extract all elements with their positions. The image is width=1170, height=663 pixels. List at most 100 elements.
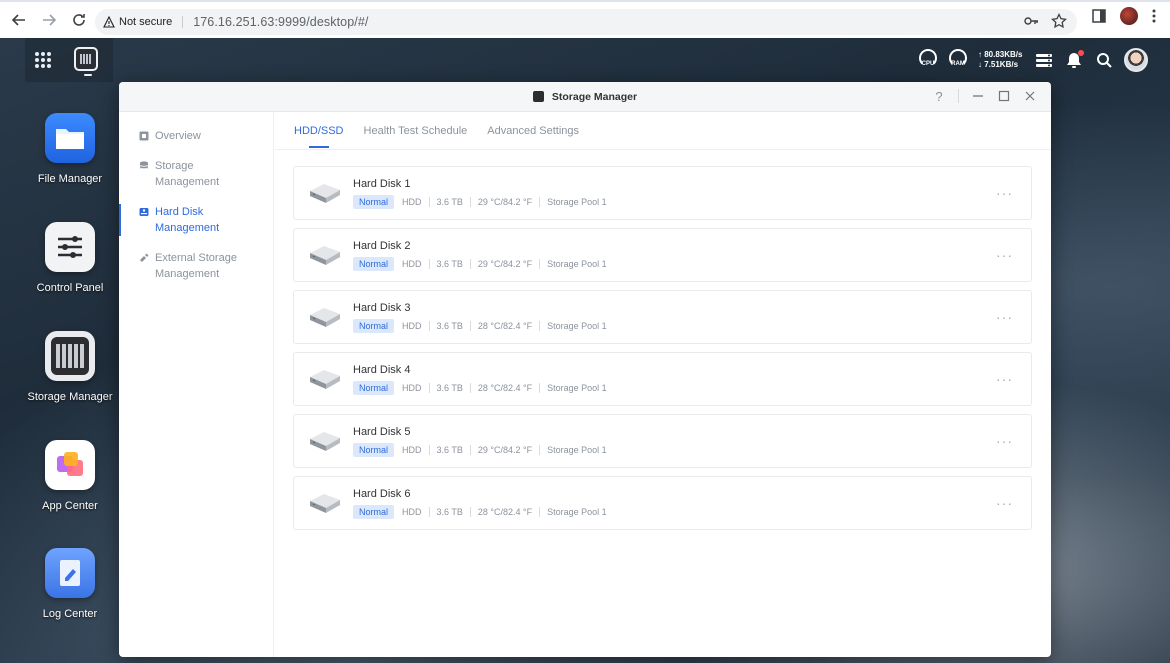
profile-avatar[interactable] bbox=[1120, 7, 1138, 25]
disk-name: Hard Disk 5 bbox=[353, 425, 411, 438]
desktop-icon-control-panel[interactable]: Control Panel bbox=[20, 222, 120, 294]
disk-meta: Normal HDD 3.6 TB 29 °C/84.2 °F Storage … bbox=[353, 256, 614, 271]
reload-icon bbox=[73, 14, 85, 26]
network-speed[interactable]: ↑ 80.83KB/s ↓ 7.51KB/s bbox=[978, 50, 1024, 70]
storage-manager-window: Storage Manager ? Overview Storage Manag… bbox=[119, 82, 1051, 657]
more-options-icon[interactable]: ··· bbox=[996, 185, 1013, 201]
app-center-icon bbox=[45, 440, 95, 490]
disk-name: Hard Disk 2 bbox=[353, 239, 411, 252]
hard-drive-icon bbox=[310, 370, 340, 389]
overview-icon bbox=[139, 131, 149, 141]
reload-button[interactable] bbox=[64, 5, 94, 35]
star-icon[interactable] bbox=[1051, 13, 1067, 29]
folder-icon bbox=[45, 113, 95, 163]
sidebar: Overview Storage Management Hard Disk Ma… bbox=[119, 112, 274, 657]
sidebar-item-label: Storage Management bbox=[155, 160, 220, 188]
upload-speed: ↑ 80.83KB/s bbox=[978, 50, 1023, 59]
disk-card[interactable]: Hard Disk 4 Normal HDD 3.6 TB 28 °C/82.4… bbox=[293, 352, 1032, 406]
help-button[interactable]: ? bbox=[932, 88, 946, 104]
disk-capacity: 3.6 TB bbox=[428, 196, 470, 207]
main-content: HDD/SSD Health Test Schedule Advanced Se… bbox=[275, 112, 1051, 657]
window-titlebar[interactable]: Storage Manager ? bbox=[119, 82, 1051, 112]
key-icon[interactable] bbox=[1023, 13, 1039, 29]
sidebar-item-storage-management[interactable]: Storage Management bbox=[119, 158, 273, 190]
sidebar-item-external-storage-management[interactable]: External Storage Management bbox=[119, 250, 273, 282]
disk-capacity: 3.6 TB bbox=[428, 506, 470, 517]
disk-pool: Storage Pool 1 bbox=[539, 320, 614, 331]
tab-hdd-ssd[interactable]: HDD/SSD bbox=[294, 112, 344, 150]
hard-drive-icon bbox=[310, 432, 340, 451]
disk-name: Hard Disk 6 bbox=[353, 487, 411, 500]
desktop-icon-label: File Manager bbox=[37, 173, 103, 185]
hard-drive-icon bbox=[310, 494, 340, 513]
sidebar-item-overview[interactable]: Overview bbox=[119, 128, 273, 144]
status-badge: Normal bbox=[353, 442, 395, 457]
security-label: Not secure bbox=[119, 16, 173, 28]
browser-toolbar: Not secure 176.16.251.63:9999/desktop/#/ bbox=[0, 0, 1170, 38]
desktop-icon-app-center[interactable]: App Center bbox=[20, 440, 120, 512]
disk-meta: Normal HDD 3.6 TB 28 °C/82.4 °F Storage … bbox=[353, 504, 614, 519]
minimize-icon bbox=[973, 95, 983, 97]
address-bar[interactable]: Not secure 176.16.251.63:9999/desktop/#/ bbox=[95, 9, 1077, 35]
app-launcher-icon[interactable] bbox=[35, 52, 51, 68]
desktop-icon-log-center[interactable]: Log Center bbox=[20, 548, 120, 620]
disk-capacity: 3.6 TB bbox=[428, 258, 470, 269]
disk-temperature: 29 °C/84.2 °F bbox=[469, 258, 539, 269]
desktop-icon-file-manager[interactable]: File Manager bbox=[20, 113, 120, 185]
forward-button[interactable] bbox=[34, 5, 64, 35]
disk-meta: Normal HDD 3.6 TB 28 °C/82.4 °F Storage … bbox=[353, 380, 614, 395]
sidebar-item-label: Hard Disk Management bbox=[155, 206, 220, 234]
disk-type: HDD bbox=[402, 196, 422, 207]
disk-card[interactable]: Hard Disk 1 Normal HDD 3.6 TB 29 °C/84.2… bbox=[293, 166, 1032, 220]
disk-temperature: 28 °C/82.4 °F bbox=[469, 320, 539, 331]
database-icon bbox=[139, 161, 149, 170]
more-options-icon[interactable]: ··· bbox=[996, 247, 1013, 263]
close-button[interactable] bbox=[1023, 88, 1037, 104]
minimize-button[interactable] bbox=[971, 88, 985, 104]
desktop-icon-storage-manager[interactable]: Storage Manager bbox=[20, 331, 120, 403]
more-options-icon[interactable]: ··· bbox=[996, 495, 1013, 511]
usb-drive-icon bbox=[140, 253, 149, 262]
ram-gauge-icon[interactable]: RAM bbox=[948, 49, 968, 71]
tab-advanced-settings[interactable]: Advanced Settings bbox=[487, 112, 579, 150]
disk-card[interactable]: Hard Disk 2 Normal HDD 3.6 TB 29 °C/84.2… bbox=[293, 228, 1032, 282]
log-book-icon bbox=[45, 548, 95, 598]
search-icon[interactable] bbox=[1094, 50, 1114, 70]
desktop-icon-label: Control Panel bbox=[36, 282, 104, 294]
sidebar-item-hard-disk-management[interactable]: Hard Disk Management bbox=[119, 204, 273, 236]
url-text: 176.16.251.63:9999/desktop/#/ bbox=[193, 15, 369, 29]
disk-card[interactable]: Hard Disk 5 Normal HDD 3.6 TB 29 °C/84.2… bbox=[293, 414, 1032, 468]
disk-type: HDD bbox=[402, 258, 422, 269]
disk-card[interactable]: Hard Disk 6 Normal HDD 3.6 TB 28 °C/82.4… bbox=[293, 476, 1032, 530]
tab-bar: HDD/SSD Health Test Schedule Advanced Se… bbox=[275, 112, 1051, 150]
taskbar-storage-manager-icon[interactable] bbox=[74, 47, 98, 76]
tab-health-test-schedule[interactable]: Health Test Schedule bbox=[364, 112, 468, 150]
disk-meta: Normal HDD 3.6 TB 28 °C/82.4 °F Storage … bbox=[353, 318, 614, 333]
arrow-left-icon bbox=[11, 14, 25, 26]
disk-card[interactable]: Hard Disk 3 Normal HDD 3.6 TB 28 °C/82.4… bbox=[293, 290, 1032, 344]
bell-icon[interactable] bbox=[1064, 50, 1084, 70]
sidebar-item-label: Overview bbox=[155, 130, 201, 142]
disk-pool: Storage Pool 1 bbox=[539, 258, 614, 269]
sidebar-item-label: External Storage Management bbox=[155, 252, 237, 280]
side-panel-icon[interactable] bbox=[1092, 9, 1106, 23]
disk-capacity: 3.6 TB bbox=[428, 320, 470, 331]
divider bbox=[958, 89, 959, 103]
maximize-button[interactable] bbox=[997, 88, 1011, 104]
more-options-icon[interactable]: ··· bbox=[996, 371, 1013, 387]
more-options-icon[interactable]: ··· bbox=[996, 309, 1013, 325]
disk-temperature: 29 °C/84.2 °F bbox=[469, 444, 539, 455]
back-button[interactable] bbox=[4, 5, 34, 35]
user-avatar[interactable] bbox=[1124, 48, 1148, 72]
more-options-icon[interactable]: ··· bbox=[996, 433, 1013, 449]
status-badge: Normal bbox=[353, 380, 395, 395]
task-list-icon[interactable] bbox=[1034, 50, 1054, 70]
disk-list: Hard Disk 1 Normal HDD 3.6 TB 29 °C/84.2… bbox=[275, 150, 1051, 530]
disk-name: Hard Disk 3 bbox=[353, 301, 411, 314]
hard-drive-icon bbox=[310, 184, 340, 203]
disk-pool: Storage Pool 1 bbox=[539, 196, 614, 207]
disk-type: HDD bbox=[402, 444, 422, 455]
security-indicator[interactable]: Not secure bbox=[103, 16, 184, 28]
kebab-menu-icon[interactable] bbox=[1152, 9, 1156, 23]
cpu-gauge-icon[interactable]: CPU bbox=[918, 49, 938, 71]
